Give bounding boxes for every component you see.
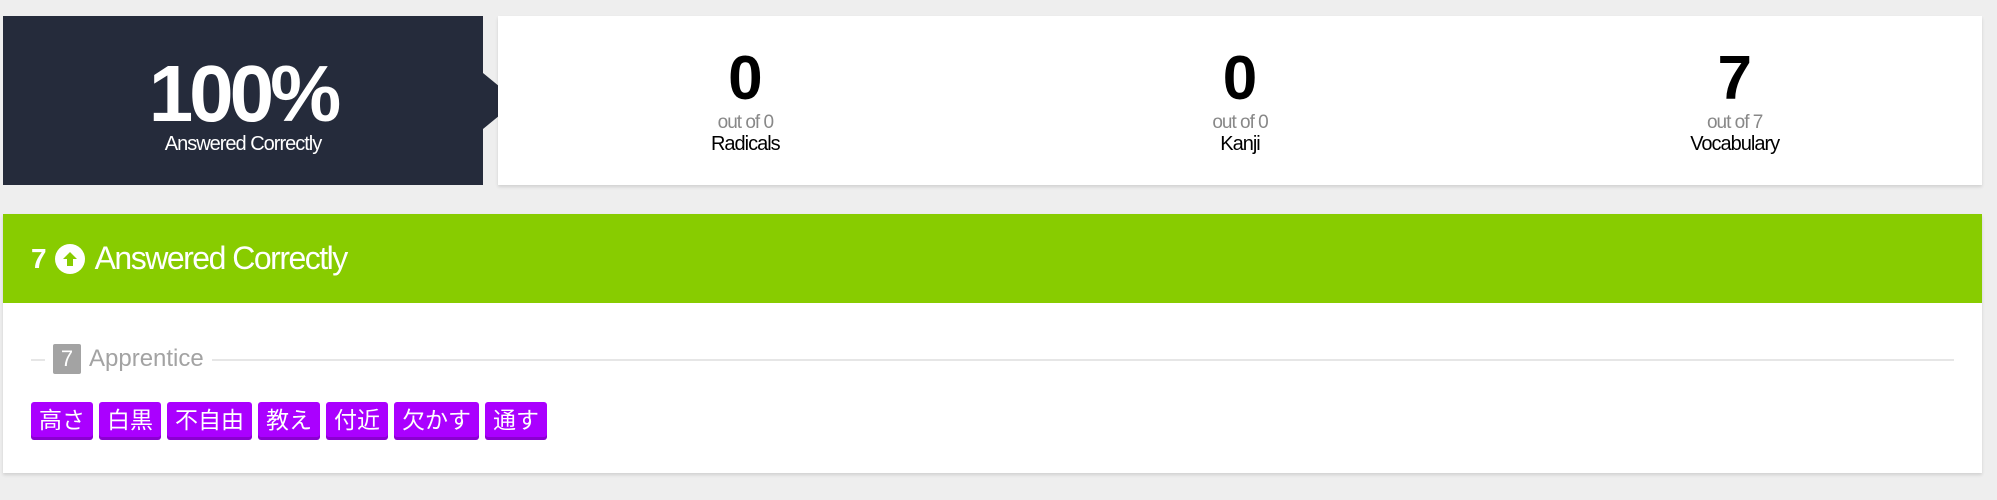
arrow-up-circle-icon <box>54 243 85 274</box>
stat-radicals: 0 out of 0 Radicals <box>498 16 993 185</box>
vocabulary-item[interactable]: 不自由 <box>167 402 252 440</box>
vocabulary-item[interactable]: 通す <box>485 402 547 440</box>
vocabulary-item[interactable]: 付近 <box>326 402 388 440</box>
srs-count-badge: 7 <box>53 344 81 374</box>
srs-group-name: Apprentice <box>89 345 204 372</box>
results-title: Answered Correctly <box>94 240 349 276</box>
stat-out-of: out of 0 <box>1212 112 1268 133</box>
srs-group-label: 7 Apprentice <box>45 343 212 375</box>
results-count: 7 <box>31 242 47 274</box>
score-percent: 100% <box>148 49 342 138</box>
stat-count: 7 <box>1717 44 1752 113</box>
stat-name: Radicals <box>710 133 781 155</box>
vocabulary-item[interactable]: 高さ <box>31 402 93 440</box>
stat-vocabulary: 7 out of 7 Vocabulary <box>1487 16 1982 185</box>
summary-panel: 100% Answered Correctly 0 out of 0 Radic… <box>3 16 1982 185</box>
stat-out-of: out of 7 <box>1706 112 1763 133</box>
stat-name: Kanji <box>1220 133 1260 155</box>
stat-out-of: out of 0 <box>717 112 774 133</box>
stat-name: Vocabulary <box>1690 133 1780 155</box>
srs-group-divider: 7 Apprentice <box>31 343 1954 375</box>
score-box: 100% Answered Correctly <box>3 16 483 185</box>
stat-kanji: 0 out of 0 Kanji <box>993 16 1488 185</box>
divider-line <box>31 359 1954 361</box>
vocabulary-item[interactable]: 白黒 <box>99 402 161 440</box>
vocabulary-item[interactable]: 欠かす <box>394 402 479 440</box>
stat-count: 0 <box>728 44 763 113</box>
stats-bar: 0 out of 0 Radicals 0 out of 0 Kanji 7 o… <box>498 16 1982 185</box>
score-label: Answered Correctly <box>164 133 323 155</box>
vocabulary-item-list: 高さ 白黒 不自由 教え 付近 欠かす 通す <box>31 402 547 440</box>
stat-count: 0 <box>1222 44 1258 113</box>
vocabulary-item[interactable]: 教え <box>258 402 320 440</box>
results-header[interactable]: 7 Answered Correctly <box>3 214 1982 303</box>
results-panel: 7 Answered Correctly 7 Apprentice 高さ 白黒 … <box>3 214 1982 473</box>
